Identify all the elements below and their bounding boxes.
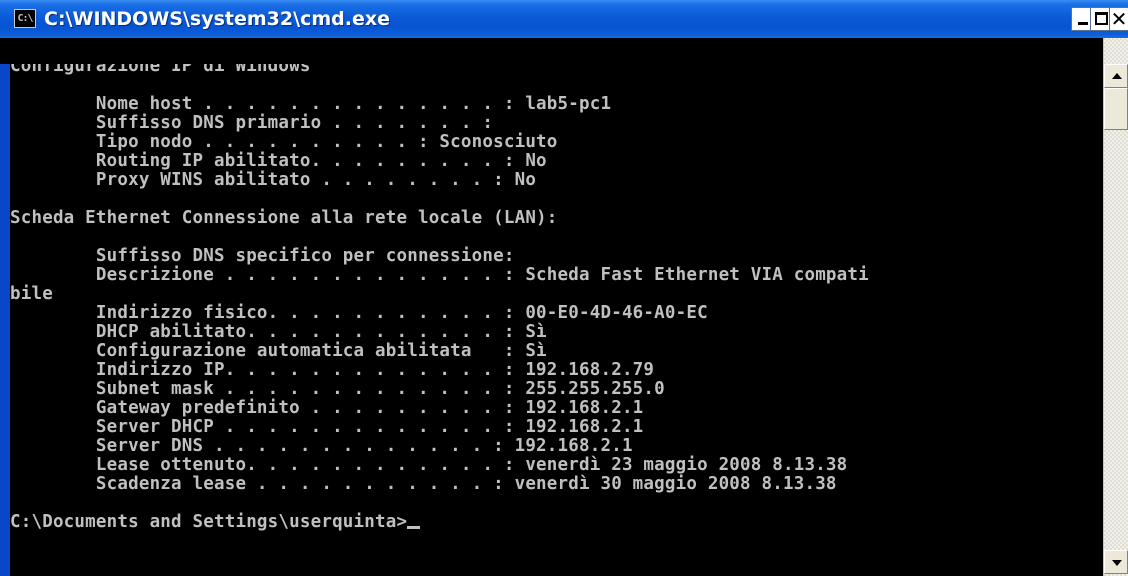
- console-top-area: [0, 38, 1128, 64]
- console-line: bile: [10, 284, 53, 304]
- console-line: Server DHCP . . . . . . . . . . . . . : …: [10, 417, 644, 437]
- console-line: Suffisso DNS specifico per connessione:: [10, 246, 515, 266]
- console-line: Proxy WINS abilitato . . . . . . . . : N…: [10, 170, 537, 190]
- close-button[interactable]: ✕: [1109, 7, 1128, 31]
- console-line: Nome host . . . . . . . . . . . . . . : …: [10, 94, 612, 114]
- scroll-down-button[interactable]: [1104, 550, 1128, 574]
- console-line: Lease ottenuto. . . . . . . . . . . . : …: [10, 455, 848, 475]
- console-line: Tipo nodo . . . . . . . . . . : Sconosci…: [10, 132, 558, 152]
- scroll-thumb[interactable]: [1104, 88, 1128, 130]
- console-line: Descrizione . . . . . . . . . . . . . : …: [10, 265, 869, 285]
- console-line: Routing IP abilitato. . . . . . . . . : …: [10, 151, 547, 171]
- text-cursor: [407, 526, 421, 529]
- console-line: Configurazione automatica abilitata : Sì: [10, 341, 547, 361]
- console-line: Scheda Ethernet Connessione alla rete lo…: [10, 208, 558, 228]
- window-frame-left: [0, 38, 10, 576]
- console-line: Scadenza lease . . . . . . . . . . . : v…: [10, 474, 837, 494]
- console-text: Configurazione IP di Windows Nome host .…: [10, 64, 869, 532]
- scroll-up-arrow-icon: [1112, 73, 1122, 79]
- console-line: DHCP abilitato. . . . . . . . . . . . : …: [10, 322, 547, 342]
- vertical-scrollbar[interactable]: [1103, 38, 1128, 576]
- title-bar[interactable]: C:\ C:\WINDOWS\system32\cmd.exe ✕: [0, 0, 1128, 38]
- scroll-down-arrow-icon: [1112, 560, 1122, 566]
- minimize-icon: [1078, 22, 1088, 25]
- console-line: Indirizzo IP. . . . . . . . . . . . . : …: [10, 360, 655, 380]
- window-title: C:\WINDOWS\system32\cmd.exe: [44, 8, 390, 30]
- console-line: Gateway predefinito . . . . . . . . . : …: [10, 398, 644, 418]
- cmd-window: C:\ C:\WINDOWS\system32\cmd.exe ✕ Config…: [0, 0, 1128, 576]
- scroll-up-button[interactable]: [1104, 64, 1128, 88]
- console-line: Server DNS . . . . . . . . . . . . . : 1…: [10, 436, 633, 456]
- command-prompt: C:\Documents and Settings\userquinta>: [10, 512, 408, 532]
- cmd-app-icon[interactable]: C:\: [14, 9, 36, 28]
- close-icon: ✕: [1110, 7, 1128, 31]
- console-output[interactable]: Configurazione IP di Windows Nome host .…: [10, 64, 1103, 576]
- console-line: Suffisso DNS primario . . . . . . . :: [10, 113, 494, 133]
- console-line: Configurazione IP di Windows: [10, 64, 311, 76]
- maximize-icon: [1095, 12, 1108, 25]
- console-line: Subnet mask . . . . . . . . . . . . . : …: [10, 379, 665, 399]
- console-line: Indirizzo fisico. . . . . . . . . . . : …: [10, 303, 708, 323]
- command-prompt-line[interactable]: C:\Documents and Settings\userquinta>: [10, 513, 869, 532]
